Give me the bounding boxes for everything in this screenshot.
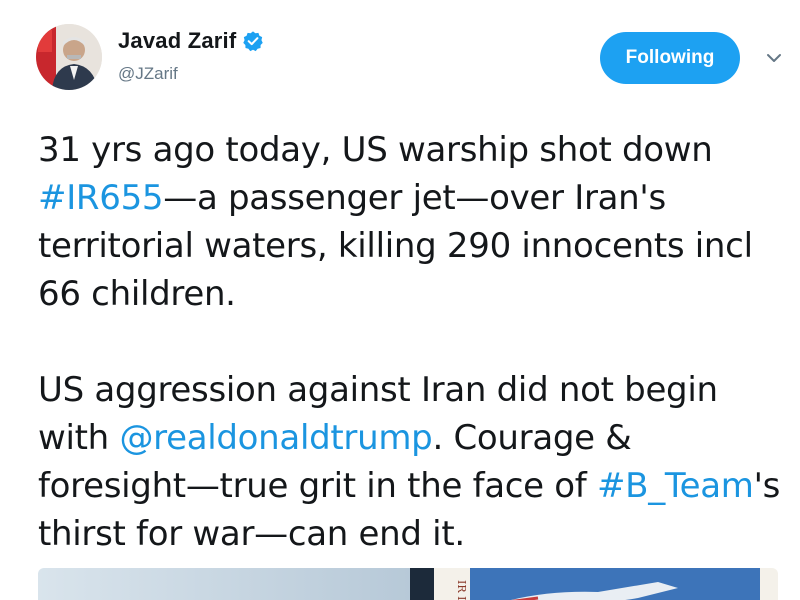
tweet-text: 31 yrs ago today, US warship shot down #… (38, 126, 783, 558)
verified-badge-icon (242, 30, 264, 52)
media-preview: IR L (38, 568, 778, 600)
stamp-text: IR L (455, 580, 468, 600)
avatar-image (36, 24, 102, 90)
tweet-header: Javad Zarif @JZarif Following (36, 24, 781, 104)
following-button[interactable]: Following (600, 32, 740, 84)
display-name-row: Javad Zarif (118, 28, 264, 54)
chevron-down-icon[interactable] (764, 48, 784, 68)
display-name[interactable]: Javad Zarif (118, 28, 236, 54)
hashtag-link[interactable]: #B_Team (597, 466, 754, 506)
tweet-paragraph: US aggression against Iran did not begin… (38, 366, 783, 558)
tweet-text-segment: 31 yrs ago today, US warship shot down (38, 130, 713, 170)
author-handle[interactable]: @JZarif (118, 64, 264, 84)
hashtag-link[interactable]: #IR655 (38, 178, 164, 218)
mention-link[interactable]: @realdonaldtrump (119, 418, 432, 458)
tweet-paragraph: 31 yrs ago today, US warship shot down #… (38, 126, 783, 318)
tweet-card: Javad Zarif @JZarif Following 31 yrs ago… (0, 0, 800, 600)
tweet-media-image[interactable]: IR L (38, 568, 778, 600)
avatar[interactable] (36, 24, 102, 90)
author-names: Javad Zarif @JZarif (118, 28, 264, 84)
